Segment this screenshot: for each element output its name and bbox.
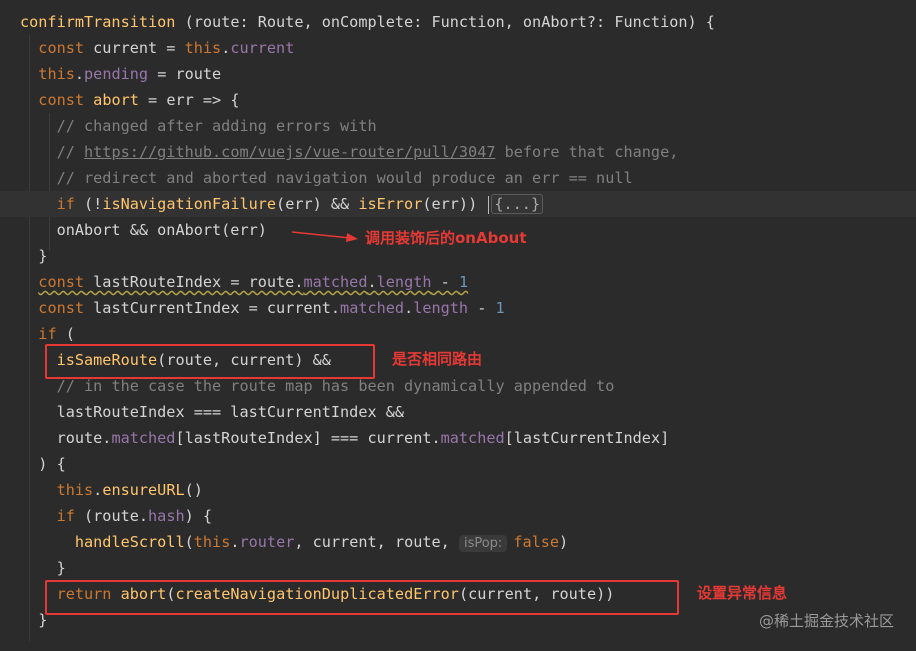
annotation-on-abort: 调用装饰后的onAbout bbox=[365, 229, 527, 247]
annotation-set-error: 设置异常信息 bbox=[697, 584, 788, 602]
watermark: @稀土掘金技术社区 bbox=[758, 612, 894, 630]
annotation-same-route: 是否相同路由 bbox=[392, 350, 483, 368]
annotation-arrow bbox=[291, 231, 358, 242]
code-editor[interactable]: confirmTransition (route: Route, onCompl… bbox=[0, 0, 916, 651]
